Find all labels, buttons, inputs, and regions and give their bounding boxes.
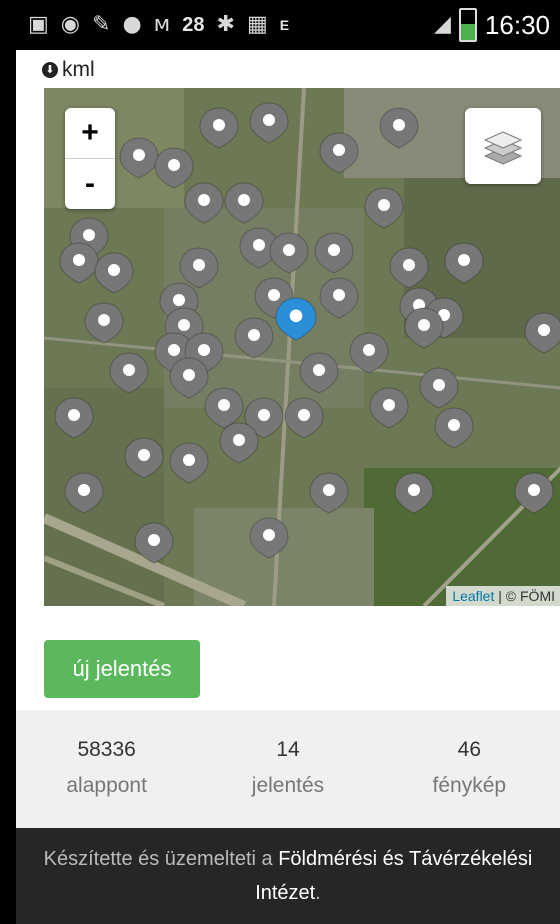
notification-count: 28 [182,13,205,36]
stat-value: 58336 [77,738,136,761]
app-screen: ▣ ◉ ✎ ● ᴍ 28 ✱ ▦ E ◢ 16:30 ⬇ kml + - Lea… [16,0,560,924]
footer-period: . [315,882,321,904]
network-type: E [279,17,290,33]
stat-label: fénykép [432,774,507,797]
status-right: ◢ 16:30 [434,8,560,42]
battery-icon [458,8,477,42]
status-bar: ▣ ◉ ✎ ● ᴍ 28 ✱ ▦ E ◢ 16:30 [16,0,560,50]
bluetooth-icon: ✱ [216,12,235,37]
attribution-text: © FÖMI [505,588,555,604]
attribution-separator: | [494,588,506,604]
wireless-icon: ◉ [60,12,80,37]
zoom-in-button[interactable]: + [65,108,115,158]
institute-link[interactable]: Földmérési és Távérzékelési Intézet [255,848,532,904]
chat-icon: ● [122,12,142,37]
clock: 16:30 [484,9,550,40]
signal-icon: ◢ [434,12,451,37]
stat-base-points: 58336 alappont [16,710,197,828]
animal-icon: ᴍ [153,12,171,37]
stat-label: alappont [66,774,147,797]
layers-icon [483,131,523,165]
battery-fill [460,23,475,40]
kml-label: kml [62,58,95,81]
download-icon: ⬇ [42,62,58,78]
layers-button[interactable] [465,108,541,184]
kml-link[interactable]: ⬇ kml [42,58,95,82]
footer-text: Készítette és üzemelteti a [43,848,279,870]
vibrate-icon: ▦ [246,12,268,37]
stat-value: 46 [457,738,481,761]
leaflet-link[interactable]: Leaflet [452,588,494,604]
zoom-out-button[interactable]: - [65,158,115,209]
stat-label: jelentés [251,774,325,797]
zoom-control: + - [65,108,115,209]
stats-bar: 58336 alappont 14 jelentés 46 fénykép [16,710,560,828]
map-attribution: Leaflet | © FÖMI [446,586,560,606]
stat-photos: 46 fénykép [379,710,560,828]
stat-value: 14 [276,738,300,761]
stat-reports: 14 jelentés [197,710,378,828]
status-icons: ▣ ◉ ✎ ● ᴍ 28 ✱ ▦ E [16,14,434,37]
edit-icon: ✎ [92,12,111,37]
footer: Készítette és üzemelteti a Földmérési és… [16,828,560,924]
gallery-icon: ▣ [28,12,49,37]
new-report-button[interactable]: új jelentés [44,640,200,698]
map-view[interactable]: + - Leaflet | © FÖMI [44,88,560,606]
